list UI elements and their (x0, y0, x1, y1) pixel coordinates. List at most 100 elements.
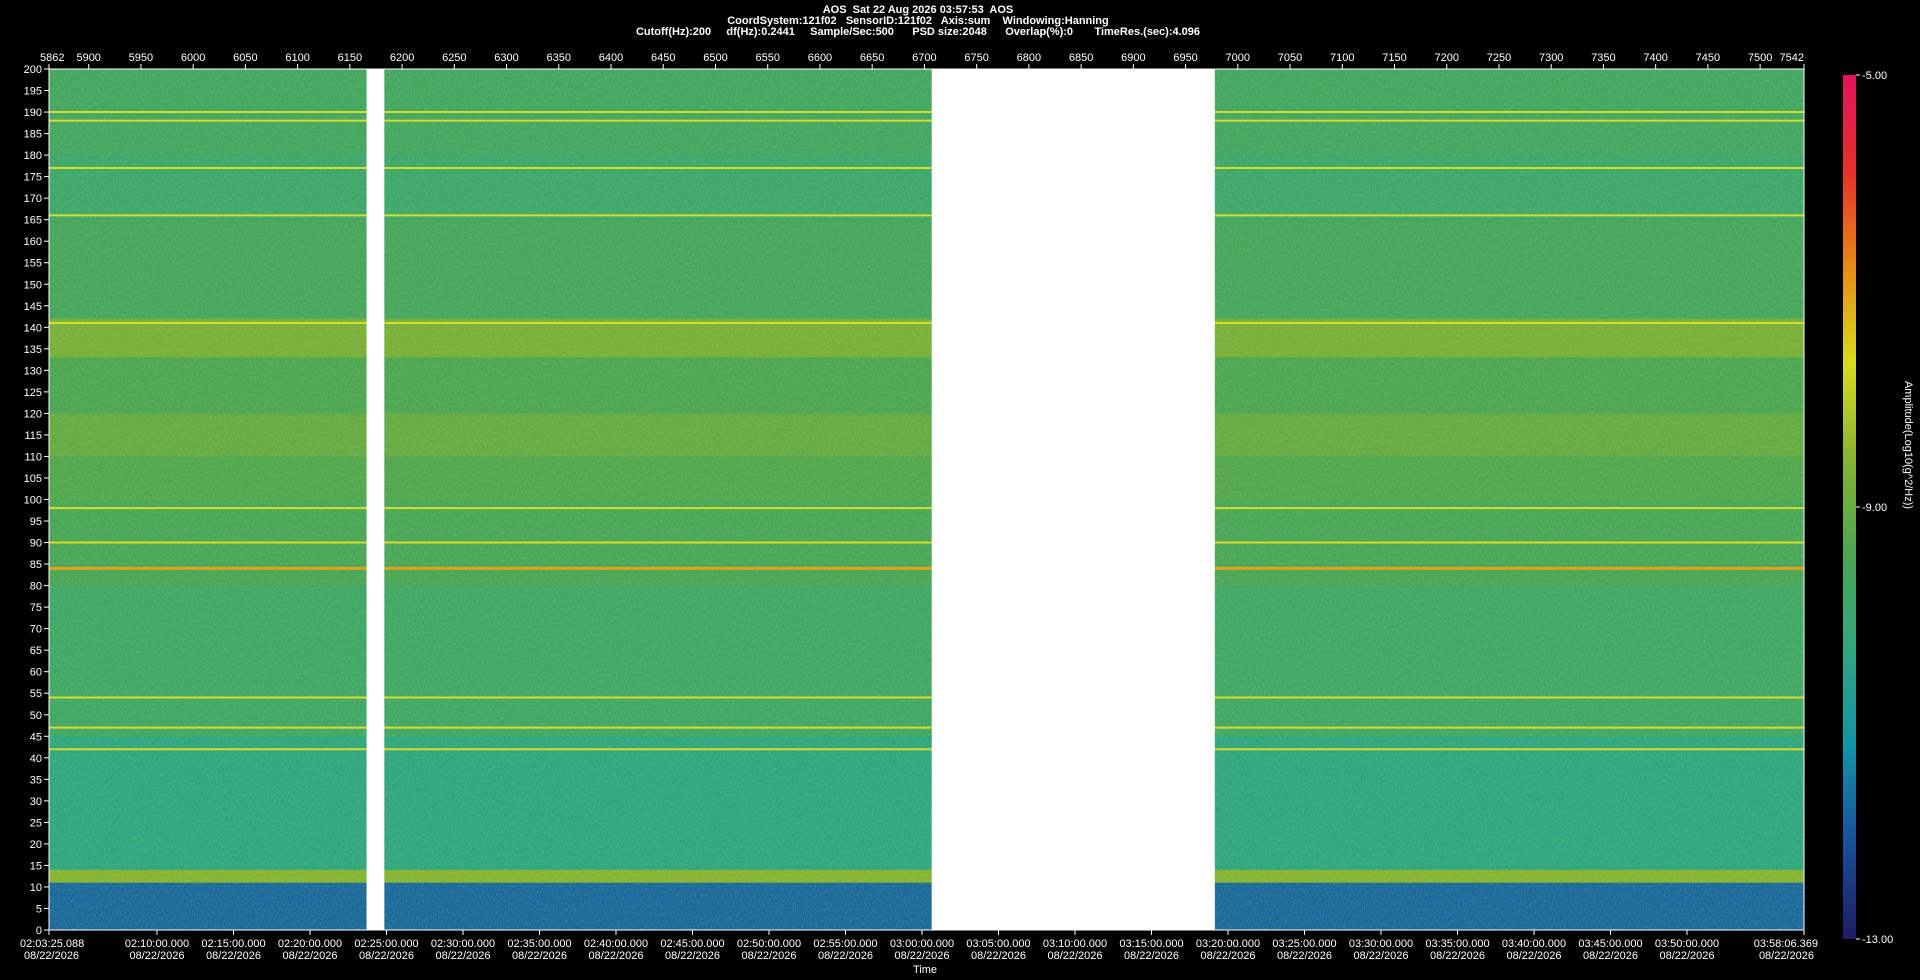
y-tick-label: 120 (24, 408, 42, 420)
top-tick-label: 7450 (1696, 52, 1720, 64)
y-tick-label: 200 (24, 64, 42, 76)
top-tick-label: 6000 (181, 52, 205, 64)
top-tick-label: 6850 (1069, 52, 1093, 64)
top-tick-label: 6200 (390, 52, 414, 64)
y-tick-label: 0 (36, 925, 42, 937)
y-tick-label: 65 (30, 645, 42, 657)
top-tick-label: 7400 (1643, 52, 1667, 64)
time-tick-label: 03:50:00.000 (1655, 938, 1719, 950)
date-tick-label: 08/22/2026 (24, 950, 79, 962)
date-tick-label: 08/22/2026 (1659, 950, 1714, 962)
date-tick-label: 08/22/2026 (359, 950, 414, 962)
y-tick-label: 155 (24, 258, 42, 270)
date-tick-label: 08/22/2026 (1430, 950, 1485, 962)
time-tick-label: 02:03:25.088 (20, 938, 84, 950)
top-tick-label: 6900 (1121, 52, 1145, 64)
top-tick-label: 6700 (912, 52, 936, 64)
colorbar-scale (1843, 75, 1856, 939)
y-tick-label: 25 (30, 817, 42, 829)
y-tick-label: 40 (30, 753, 42, 765)
date-tick-label: 08/22/2026 (1124, 950, 1179, 962)
date-tick-label: 08/22/2026 (1506, 950, 1561, 962)
top-tick-label: 6300 (494, 52, 518, 64)
y-tick-label: 110 (24, 451, 42, 463)
y-tick-label: 15 (30, 860, 42, 872)
top-tick-label: 7500 (1748, 52, 1772, 64)
date-tick-label: 08/22/2026 (665, 950, 720, 962)
no-data-gap (931, 69, 1215, 930)
data-segment (1214, 69, 1804, 930)
date-tick-label: 08/22/2026 (512, 950, 567, 962)
time-tick-label: 02:30:00.000 (431, 938, 495, 950)
y-tick-label: 130 (24, 365, 42, 377)
y-tick-label: 195 (24, 86, 42, 98)
time-tick-label: 03:30:00.000 (1349, 938, 1413, 950)
noise-texture (49, 69, 367, 930)
time-tick-label: 02:55:00.000 (813, 938, 877, 950)
top-tick-label: 7150 (1382, 52, 1406, 64)
top-tick-label: 6100 (285, 52, 309, 64)
y-tick-label: 60 (30, 667, 42, 679)
top-tick-label: 6250 (442, 52, 466, 64)
y-tick-label: 10 (30, 882, 42, 894)
y-tick-label: 100 (24, 495, 42, 507)
top-tick-label: 7350 (1591, 52, 1615, 64)
y-tick-label: 5 (36, 903, 42, 915)
y-tick-label: 90 (30, 538, 42, 550)
spectrogram-chart[interactable]: 0 5 10 15 20 25 30 35 40 45 50 55 60 65 70 75 80 85 90 95 10… (0, 0, 1920, 980)
top-tick-label: 7300 (1539, 52, 1563, 64)
date-tick-label: 08/22/2026 (1047, 950, 1102, 962)
date-tick-label: 08/22/2026 (129, 950, 184, 962)
y-tick-label: 170 (24, 193, 42, 205)
date-tick-label: 08/22/2026 (588, 950, 643, 962)
y-tick-label: 105 (24, 473, 42, 485)
time-tick-label: 03:05:00.000 (966, 938, 1030, 950)
y-tick-label: 140 (24, 322, 42, 334)
date-tick-label: 08/22/2026 (1200, 950, 1255, 962)
time-tick-label: 03:35:00.000 (1425, 938, 1489, 950)
y-tick-label: 145 (24, 301, 42, 313)
y-tick-label: 75 (30, 602, 42, 614)
top-tick-label: 6800 (1017, 52, 1041, 64)
top-tick-label: 6950 (1173, 52, 1197, 64)
top-tick-label: 6400 (599, 52, 623, 64)
date-tick-label: 08/22/2026 (206, 950, 261, 962)
time-tick-label: 03:40:00.000 (1502, 938, 1566, 950)
time-tick-label: 02:25:00.000 (354, 938, 418, 950)
data-segment (49, 69, 367, 930)
top-tick-label: 6600 (808, 52, 832, 64)
top-tick-label: 6450 (651, 52, 675, 64)
noise-texture (384, 69, 932, 930)
top-tick-label: 6750 (964, 52, 988, 64)
y-tick-label: 20 (30, 839, 42, 851)
colorbar-label: Amplitude(Log10(g^2/Hz)) (1902, 381, 1914, 509)
y-tick-label: 35 (30, 774, 42, 786)
y-tick-label: 70 (30, 624, 42, 636)
x-axis-label: Time (913, 964, 937, 976)
colorbar-tick-label: -5.00 (1862, 70, 1887, 82)
y-tick-label: 185 (24, 129, 42, 141)
time-tick-label: 03:00:00.000 (890, 938, 954, 950)
colorbar: -5.00 -9.00 -13.00 Amplitude(Log10(g^2/Hz)) (1843, 70, 1914, 946)
data-segment (384, 69, 932, 930)
time-tick-label: 02:20:00.000 (278, 938, 342, 950)
top-tick-label: 6150 (338, 52, 362, 64)
date-tick-label: 08/22/2026 (741, 950, 796, 962)
y-tick-label: 150 (24, 279, 42, 291)
y-tick-label: 85 (30, 559, 42, 571)
time-tick-label: 02:15:00.000 (201, 938, 265, 950)
spectrogram-plot-area (49, 69, 1804, 930)
y-tick-label: 50 (30, 710, 42, 722)
y-tick-label: 55 (30, 688, 42, 700)
date-tick-label: 08/22/2026 (818, 950, 873, 962)
top-tick-label: 6050 (233, 52, 257, 64)
time-tick-label: 03:45:00.000 (1578, 938, 1642, 950)
top-tick-label: 7050 (1278, 52, 1302, 64)
time-tick-label: 02:10:00.000 (125, 938, 189, 950)
date-tick-label: 08/22/2026 (282, 950, 337, 962)
noise-texture (1214, 69, 1804, 930)
time-tick-label: 03:20:00.000 (1196, 938, 1260, 950)
top-tick-label: 7542 (1780, 52, 1804, 64)
date-tick-label: 08/22/2026 (1759, 950, 1814, 962)
y-tick-label: 165 (24, 215, 42, 227)
